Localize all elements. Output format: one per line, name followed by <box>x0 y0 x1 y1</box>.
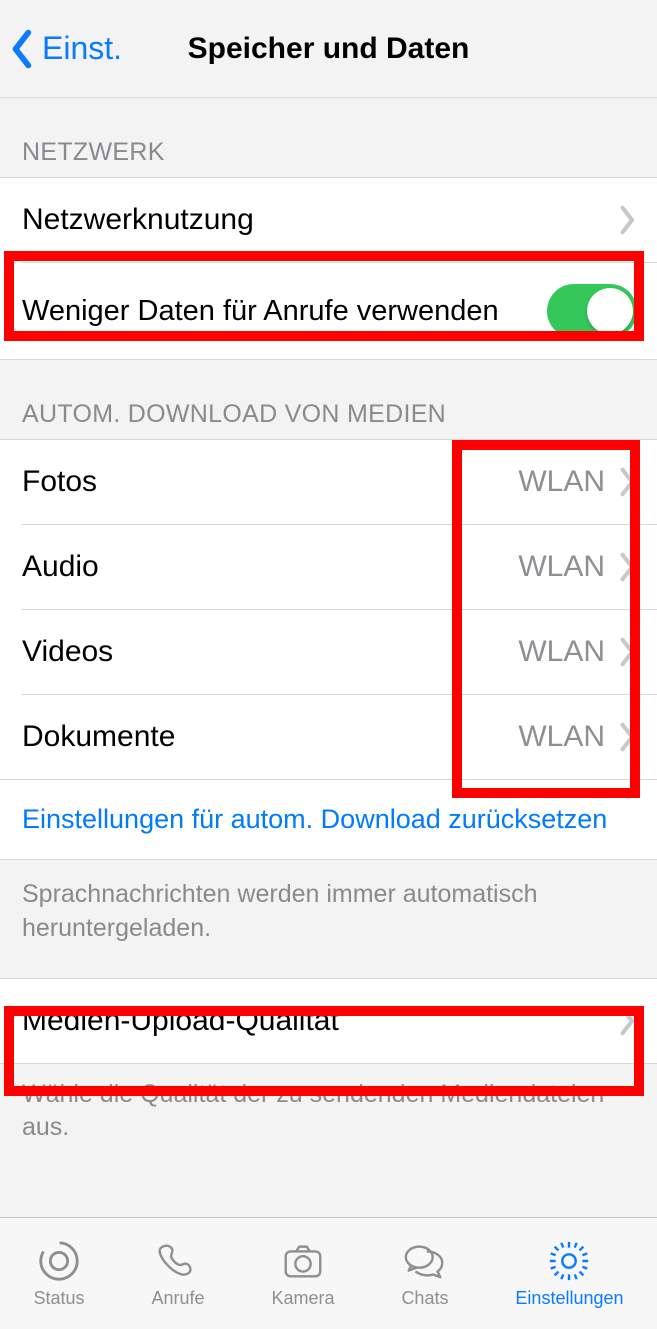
autodownload-group: Fotos WLAN Audio WLAN Videos WLAN Dokume… <box>0 439 657 860</box>
footer-note-upload: Wähle die Qualität der zu sendenden Medi… <box>0 1064 657 1178</box>
section-header-auto-download: AUTOM. DOWNLOAD VON MEDIEN <box>0 360 657 439</box>
nav-header: Einst. Speicher und Daten <box>0 0 657 98</box>
footer-note-voice: Sprachnachrichten werden immer automatis… <box>0 860 657 978</box>
row-documents[interactable]: Dokumente WLAN <box>0 695 657 779</box>
tab-status[interactable]: Status <box>33 1238 84 1309</box>
row-photos[interactable]: Fotos WLAN <box>0 440 657 524</box>
reset-auto-download-link[interactable]: Einstellungen für autom. Download zurück… <box>0 780 657 859</box>
row-videos[interactable]: Videos WLAN <box>0 610 657 694</box>
tab-bar: Status Anrufe Kamera Chats <box>0 1217 657 1329</box>
row-audio[interactable]: Audio WLAN <box>0 525 657 609</box>
section-header-network: NETZWERK <box>0 98 657 177</box>
phone-icon <box>155 1238 201 1284</box>
tab-label: Status <box>33 1288 84 1309</box>
tab-settings[interactable]: Einstellungen <box>515 1238 623 1309</box>
chevron-right-icon <box>619 467 637 497</box>
row-value: WLAN <box>518 635 605 669</box>
chevron-right-icon <box>619 637 637 667</box>
network-group: Netzwerknutzung Weniger Daten für Anrufe… <box>0 177 657 360</box>
row-label: Weniger Daten für Anrufe verwenden <box>22 295 547 328</box>
row-label: Audio <box>22 550 518 584</box>
row-less-data-calls: Weniger Daten für Anrufe verwenden <box>0 263 657 359</box>
content: NETZWERK Netzwerknutzung Weniger Daten f… <box>0 98 657 1217</box>
tab-camera[interactable]: Kamera <box>271 1238 334 1309</box>
tab-calls[interactable]: Anrufe <box>151 1238 204 1309</box>
upload-quality-group: Medien-Upload-Qualität <box>0 978 657 1064</box>
toggle-knob <box>587 288 633 334</box>
page-title: Speicher und Daten <box>188 32 470 66</box>
row-value: WLAN <box>518 720 605 754</box>
tab-label: Anrufe <box>151 1288 204 1309</box>
row-label: Netzwerknutzung <box>22 203 619 237</box>
back-button[interactable]: Einst. <box>10 0 122 97</box>
row-label: Dokumente <box>22 720 518 754</box>
chats-icon <box>402 1238 448 1284</box>
row-upload-quality[interactable]: Medien-Upload-Qualität <box>0 979 657 1063</box>
row-label: Medien-Upload-Qualität <box>22 1004 619 1038</box>
chevron-right-icon <box>619 205 637 235</box>
chevron-left-icon <box>10 29 32 69</box>
tab-label: Einstellungen <box>515 1288 623 1309</box>
chevron-right-icon <box>619 552 637 582</box>
row-network-usage[interactable]: Netzwerknutzung <box>0 178 657 262</box>
gear-icon <box>546 1238 592 1284</box>
camera-icon <box>280 1238 326 1284</box>
row-value: WLAN <box>518 465 605 499</box>
status-icon <box>36 1238 82 1284</box>
tab-label: Kamera <box>271 1288 334 1309</box>
chevron-right-icon <box>619 1006 637 1036</box>
chevron-right-icon <box>619 722 637 752</box>
tab-chats[interactable]: Chats <box>401 1238 448 1309</box>
row-label: Fotos <box>22 465 518 499</box>
row-value: WLAN <box>518 550 605 584</box>
toggle-less-data[interactable] <box>547 284 637 338</box>
back-label: Einst. <box>42 30 122 67</box>
tab-label: Chats <box>401 1288 448 1309</box>
row-label: Videos <box>22 635 518 669</box>
